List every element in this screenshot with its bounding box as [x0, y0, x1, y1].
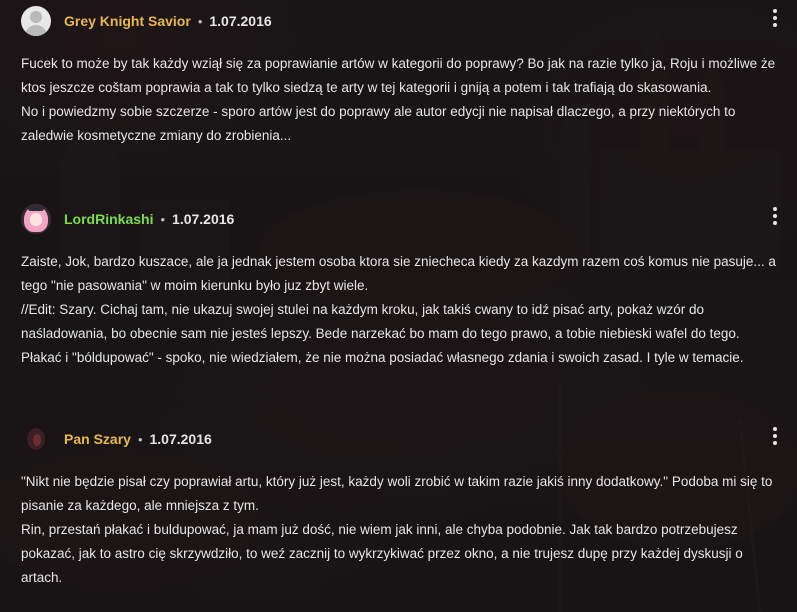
more-vertical-icon[interactable]	[767, 426, 783, 446]
comment-date[interactable]: 1.07.2016	[172, 211, 234, 227]
comment-author[interactable]: LordRinkashi	[64, 211, 153, 227]
comment-header: Grey Knight Savior • 1.07.2016	[21, 6, 272, 36]
comment-header: LordRinkashi • 1.07.2016	[21, 204, 234, 234]
comment-paragraph: Zaiste, Jok, bardzo kuszace, ale ja jedn…	[21, 254, 776, 293]
comment-body: "Nikt nie będzie pisał czy poprawiał art…	[21, 470, 783, 590]
more-vertical-icon[interactable]	[767, 8, 783, 28]
comment-paragraph: //Edit: Szary. Cichaj tam, nie ukazuj sw…	[21, 302, 744, 365]
comment-body: Zaiste, Jok, bardzo kuszace, ale ja jedn…	[21, 250, 783, 370]
comment-author[interactable]: Pan Szary	[64, 431, 131, 447]
avatar[interactable]	[21, 6, 51, 36]
comment-author[interactable]: Grey Knight Savior	[64, 13, 191, 29]
separator-dot: •	[160, 211, 166, 227]
comment-list: Grey Knight Savior • 1.07.2016 Fucek to …	[0, 0, 797, 612]
comment-paragraph: Fucek to może by tak każdy wziął się za …	[21, 56, 776, 95]
separator-dot: •	[137, 431, 143, 447]
comment-paragraph: No i powiedzmy sobie szczerze - sporo ar…	[21, 104, 736, 143]
separator-dot: •	[197, 13, 203, 29]
avatar[interactable]	[21, 424, 51, 454]
comment-date[interactable]: 1.07.2016	[150, 431, 212, 447]
avatar[interactable]	[21, 204, 51, 234]
comment-date[interactable]: 1.07.2016	[209, 13, 271, 29]
user-silhouette-icon	[30, 11, 42, 23]
comment-paragraph: "Nikt nie będzie pisał czy poprawiał art…	[21, 474, 773, 513]
comment-body: Fucek to może by tak każdy wziął się za …	[21, 52, 783, 148]
comment-header: Pan Szary • 1.07.2016	[21, 424, 212, 454]
comment-paragraph: Rin, przestań płakać i buldupować, ja ma…	[21, 522, 743, 585]
more-vertical-icon[interactable]	[767, 206, 783, 226]
